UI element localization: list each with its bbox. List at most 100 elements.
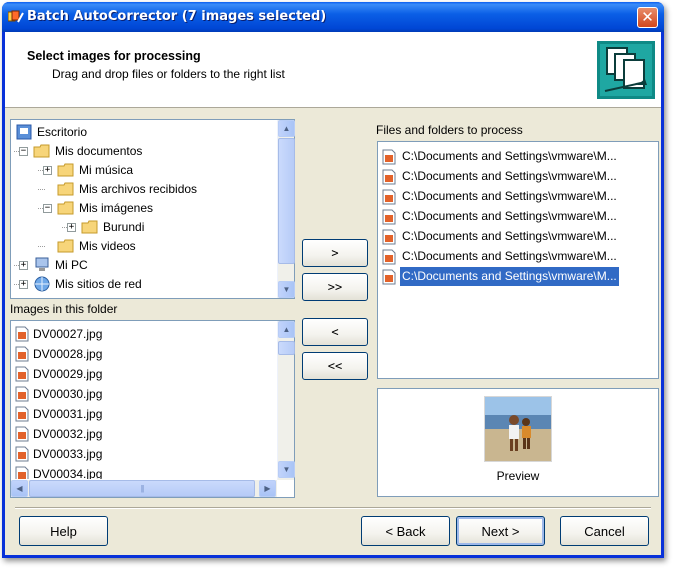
image-file-item[interactable]: DV00034.jpg [14, 464, 214, 479]
process-item-path: C:\Documents and Settings\vmware\M... [402, 149, 617, 163]
process-list-item[interactable]: C:\Documents and Settings\vmware\M... [381, 187, 641, 207]
scroll-left-icon[interactable]: ◀ [11, 480, 28, 497]
expand-icon[interactable]: + [19, 261, 28, 270]
tree-item[interactable]: Mis videos [57, 237, 138, 256]
desktop-icon [16, 124, 32, 140]
tree-item-label: Escritorio [37, 125, 88, 139]
tree-item[interactable]: Mis documentos [33, 142, 144, 161]
preview-panel: Preview [377, 388, 659, 497]
tree-connector [38, 189, 45, 190]
expand-icon[interactable]: + [19, 280, 28, 289]
folder-icon [81, 220, 98, 234]
process-item-path: C:\Documents and Settings\vmware\M... [402, 169, 617, 183]
tree-connector [38, 246, 45, 247]
image-file-item[interactable]: DV00029.jpg [14, 364, 214, 384]
tree-item-label: Mis archivos recibidos [79, 182, 198, 196]
tree-item-label: Mis documentos [55, 144, 143, 158]
image-file-icon [15, 446, 29, 462]
process-list-item[interactable]: C:\Documents and Settings\vmware\M... [381, 247, 641, 267]
tree-item[interactable]: Mis sitios de red [33, 275, 144, 294]
scroll-thumb[interactable]: ||| [29, 480, 255, 497]
tree-item-label: Mis videos [79, 239, 136, 253]
music-folder-icon [57, 163, 74, 177]
tree-vertical-scrollbar[interactable]: ▲ ▼ [277, 120, 295, 298]
remove-all-button[interactable]: << [302, 352, 368, 380]
images-vertical-scrollbar[interactable]: ▲ ▼ [277, 321, 295, 480]
window-title: Batch AutoCorrector (7 images selected) [27, 9, 327, 24]
back-button[interactable]: < Back [361, 516, 450, 546]
scroll-down-icon[interactable]: ▼ [278, 281, 295, 298]
collapse-icon[interactable]: − [19, 147, 28, 156]
process-list-item[interactable]: C:\Documents and Settings\vmware\M... [381, 167, 641, 187]
process-list-item[interactable]: C:\Documents and Settings\vmware\M... [381, 267, 641, 287]
process-panel-label: Files and folders to process [376, 123, 523, 137]
image-file-item[interactable]: DV00028.jpg [14, 344, 214, 364]
process-item-path: C:\Documents and Settings\vmware\M... [402, 209, 617, 223]
image-file-icon [382, 149, 396, 165]
image-file-icon [15, 366, 29, 382]
stacked-photos-icon [597, 41, 655, 99]
computer-icon [35, 257, 49, 271]
pictures-folder-icon [57, 201, 74, 215]
help-button[interactable]: Help [19, 516, 108, 546]
image-file-icon [382, 169, 396, 185]
cancel-button[interactable]: Cancel [560, 516, 649, 546]
image-file-item[interactable]: DV00032.jpg [14, 424, 214, 444]
scroll-thumb[interactable] [278, 138, 295, 264]
add-button[interactable]: > [302, 239, 368, 267]
tree-item[interactable]: Mi PC [33, 256, 90, 275]
process-item-path: C:\Documents and Settings\vmware\M... [402, 189, 617, 203]
preview-label: Preview [496, 469, 540, 483]
process-list-item[interactable]: C:\Documents and Settings\vmware\M... [381, 207, 641, 227]
tree-item[interactable]: Mis imágenes [57, 199, 155, 218]
collapse-icon[interactable]: − [43, 204, 52, 213]
tree-item-label: Mis sitios de red [55, 277, 142, 291]
image-file-icon [15, 386, 29, 402]
tree-item[interactable]: Mi música [57, 161, 135, 180]
process-list[interactable]: C:\Documents and Settings\vmware\M... C:\… [377, 141, 659, 379]
expand-icon[interactable]: + [67, 223, 76, 232]
process-list-item[interactable]: C:\Documents and Settings\vmware\M... [381, 147, 641, 167]
tree-item-label: Mi música [79, 163, 134, 177]
tree-item[interactable]: Burundi [81, 218, 146, 237]
scroll-thumb[interactable] [278, 341, 295, 355]
remove-button[interactable]: < [302, 318, 368, 346]
close-icon: ✕ [641, 8, 654, 26]
scroll-up-icon[interactable]: ▲ [278, 321, 295, 338]
image-file-name: DV00034.jpg [33, 467, 103, 479]
scroll-up-icon[interactable]: ▲ [278, 120, 295, 137]
tree-item-label: Mi PC [55, 258, 88, 272]
image-file-icon [382, 209, 396, 225]
image-file-icon [382, 189, 396, 205]
add-all-button[interactable]: >> [302, 273, 368, 301]
folder-icon [57, 182, 74, 196]
tree-item-label: Mis imágenes [79, 201, 154, 215]
preview-thumbnail [484, 396, 552, 462]
footer-divider [15, 507, 651, 509]
image-file-item[interactable]: DV00027.jpg [14, 324, 214, 344]
next-button[interactable]: Next > [456, 516, 545, 546]
image-file-item[interactable]: DV00031.jpg [14, 404, 214, 424]
scroll-right-icon[interactable]: ▶ [259, 480, 276, 497]
expand-icon[interactable]: + [43, 166, 52, 175]
header-subtitle: Drag and drop files or folders to the ri… [52, 67, 285, 81]
images-horizontal-scrollbar[interactable]: ◀ ||| ▶ [11, 480, 277, 497]
image-file-item[interactable]: DV00030.jpg [14, 384, 214, 404]
tree-item[interactable]: Mis archivos recibidos [57, 180, 199, 199]
image-file-icon [15, 426, 29, 442]
images-panel-label: Images in this folder [10, 302, 118, 316]
close-button[interactable]: ✕ [637, 7, 658, 28]
title-bar[interactable]: Batch AutoCorrector (7 images selected) … [2, 2, 664, 32]
process-list-item[interactable]: C:\Documents and Settings\vmware\M... [381, 227, 641, 247]
folder-tree[interactable]: Escritorio − Mis documentos + Mi música Mis a… [10, 119, 295, 299]
header-title: Select images for processing [27, 49, 201, 63]
image-file-name: DV00031.jpg [33, 407, 103, 421]
scroll-down-icon[interactable]: ▼ [278, 461, 295, 478]
image-file-name: DV00030.jpg [33, 387, 103, 401]
video-folder-icon [57, 239, 74, 253]
wizard-header: Select images for processing Drag and dr… [5, 32, 661, 108]
image-file-icon [15, 346, 29, 362]
image-file-item[interactable]: DV00033.jpg [14, 444, 214, 464]
tree-item[interactable]: Escritorio [15, 123, 89, 142]
images-list[interactable]: DV00027.jpg DV00028.jpg DV00029.jpg DV00030… [10, 320, 295, 498]
